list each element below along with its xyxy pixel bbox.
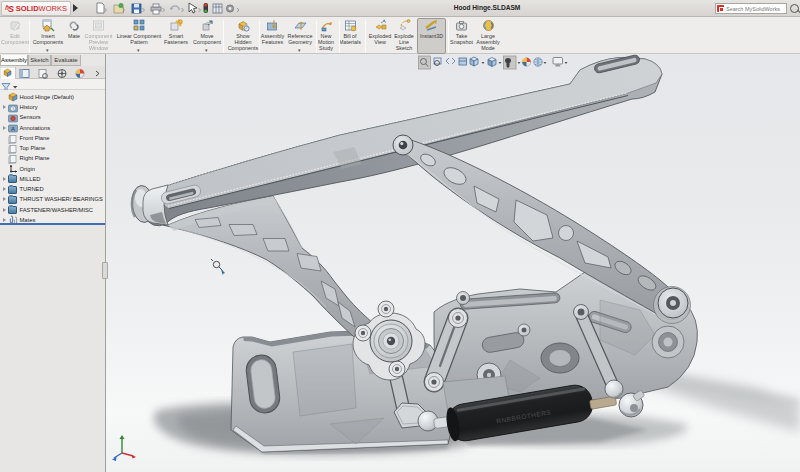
svg-text:A: A: [11, 126, 15, 132]
